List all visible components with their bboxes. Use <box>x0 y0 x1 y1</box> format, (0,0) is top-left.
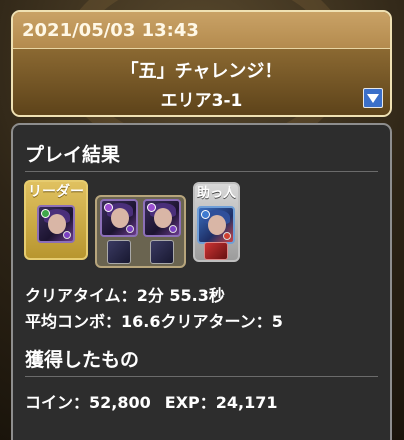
leader-monster-icon[interactable] <box>37 205 75 243</box>
clear-turn-label: クリアターン： <box>160 312 272 331</box>
avg-combo-value: 16.6 <box>121 312 161 331</box>
sub-monster-1-icon[interactable] <box>100 199 138 237</box>
coin-value: 52,800 <box>89 393 151 412</box>
quest-area: エリア3-1 <box>160 91 243 111</box>
assist-equip-1-icon[interactable] <box>107 240 131 264</box>
sub-attribute-orb-icon <box>223 232 231 240</box>
attribute-orb-icon <box>147 203 156 212</box>
helper-monster-icon[interactable] <box>197 206 235 244</box>
quest-header: 2021/05/03 13:43 「五」チャレンジ！ エリア3-1 <box>11 10 392 117</box>
combo-turn-line: 平均コンボ：16.6クリアターン：5 <box>25 308 283 332</box>
exp-value: 24,171 <box>215 393 278 412</box>
sub-attribute-orb-icon <box>169 225 177 233</box>
rewards-title: 獲得したもの <box>25 349 140 371</box>
rewards-line: コイン：52,800 EXP：24,171 <box>25 389 278 413</box>
clear-time-value: 2分 55.3秒 <box>136 286 225 305</box>
attribute-orb-icon <box>104 203 113 212</box>
divider <box>25 376 378 377</box>
quest-title: 「五」チャレンジ！ <box>120 61 283 82</box>
sub-attribute-orb-icon <box>126 225 134 233</box>
assist-equip-2-icon[interactable] <box>150 240 174 264</box>
clear-datetime: 2021/05/03 13:43 <box>13 12 390 49</box>
sub-attribute-orb-icon <box>63 231 71 239</box>
triangle-down-icon <box>367 93 379 103</box>
play-result-title: プレイ結果 <box>25 144 121 166</box>
dropdown-button[interactable] <box>363 88 383 108</box>
leader-slot[interactable]: リーダー <box>24 180 88 260</box>
helper-slot[interactable]: 助っ人 <box>193 182 240 262</box>
coin-label: コイン： <box>25 393 90 412</box>
attribute-orb-icon <box>41 209 50 218</box>
leader-label: リーダー <box>28 184 84 200</box>
sub-monster-2-icon[interactable] <box>143 199 181 237</box>
helper-label: 助っ人 <box>196 186 236 201</box>
helper-assist-equip-icon[interactable] <box>204 242 228 260</box>
avg-combo-label: 平均コンボ： <box>25 312 122 331</box>
sub-member-slots <box>95 195 186 268</box>
clear-time-line: クリアタイム：2分 55.3秒 <box>25 282 225 306</box>
result-panel: プレイ結果 リーダー 助っ人 クリアタイム：2分 55.3秒 平均コンボ：16.… <box>11 123 392 440</box>
clear-turn-value: 5 <box>271 312 283 331</box>
exp-label: EXP： <box>164 393 216 412</box>
divider <box>25 171 378 172</box>
attribute-orb-icon <box>201 210 210 219</box>
clear-time-label: クリアタイム： <box>25 286 137 305</box>
quest-info: 「五」チャレンジ！ エリア3-1 <box>13 49 390 115</box>
